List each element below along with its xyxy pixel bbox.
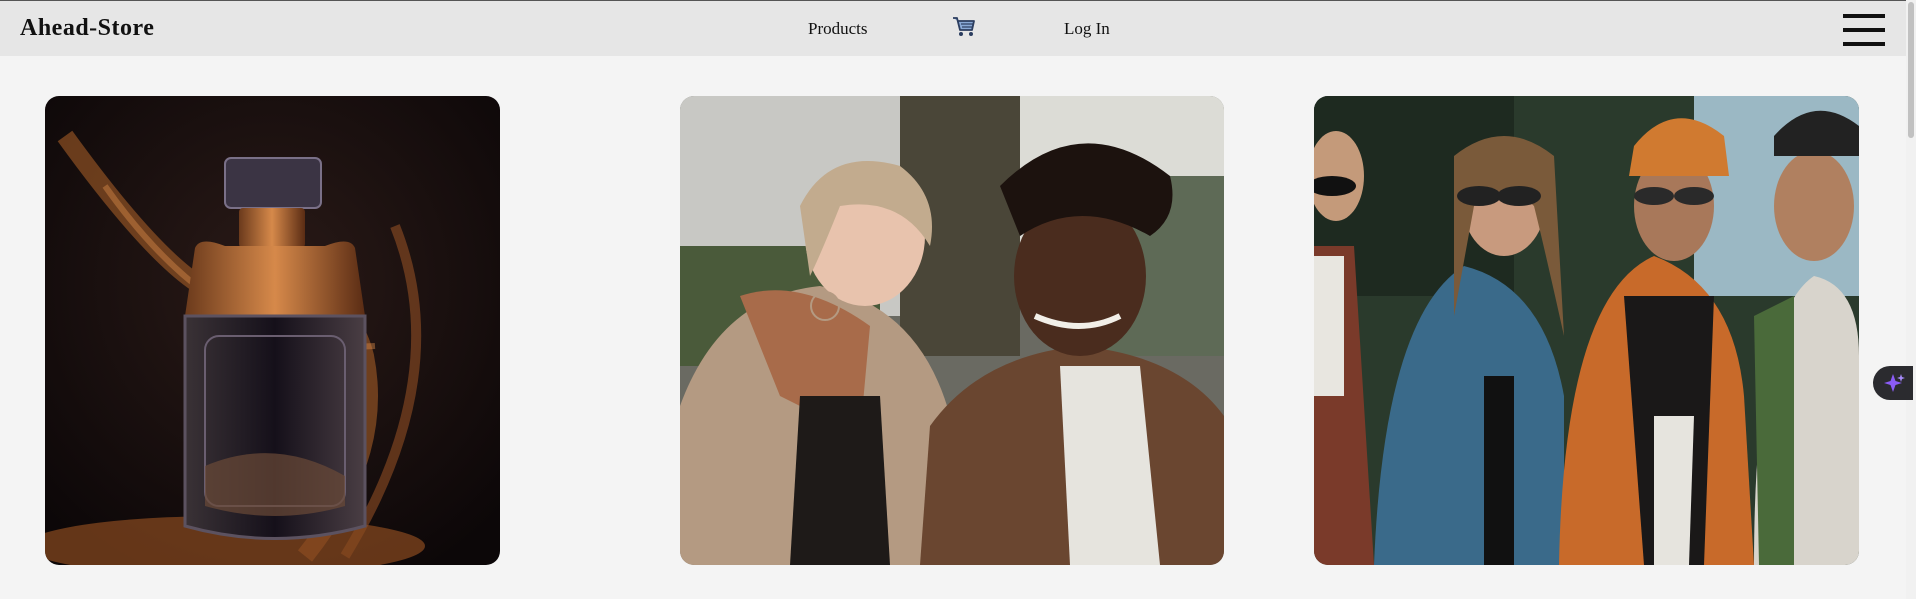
sparkle-icon [1884, 374, 1905, 392]
scrollbar-thumb[interactable] [1908, 2, 1914, 138]
product-card-couple[interactable] [680, 96, 1224, 565]
brand-logo[interactable]: Ahead-Store [20, 15, 154, 42]
product-card-group[interactable] [1314, 96, 1859, 565]
product-card-perfume[interactable] [45, 96, 500, 565]
couple-in-jackets-image [680, 96, 1224, 565]
group-streetwear-image [1314, 96, 1859, 565]
top-navbar: Ahead-Store Products Log In [0, 0, 1906, 56]
shopping-cart-icon[interactable] [952, 16, 976, 38]
nav-products-link[interactable]: Products [808, 19, 868, 39]
page-scrollbar[interactable] [1906, 0, 1916, 599]
nav-login-link[interactable]: Log In [1064, 19, 1110, 39]
perfume-bottle-image [45, 96, 500, 565]
hamburger-menu-icon[interactable] [1843, 14, 1885, 46]
ai-assistant-button[interactable] [1873, 366, 1913, 400]
